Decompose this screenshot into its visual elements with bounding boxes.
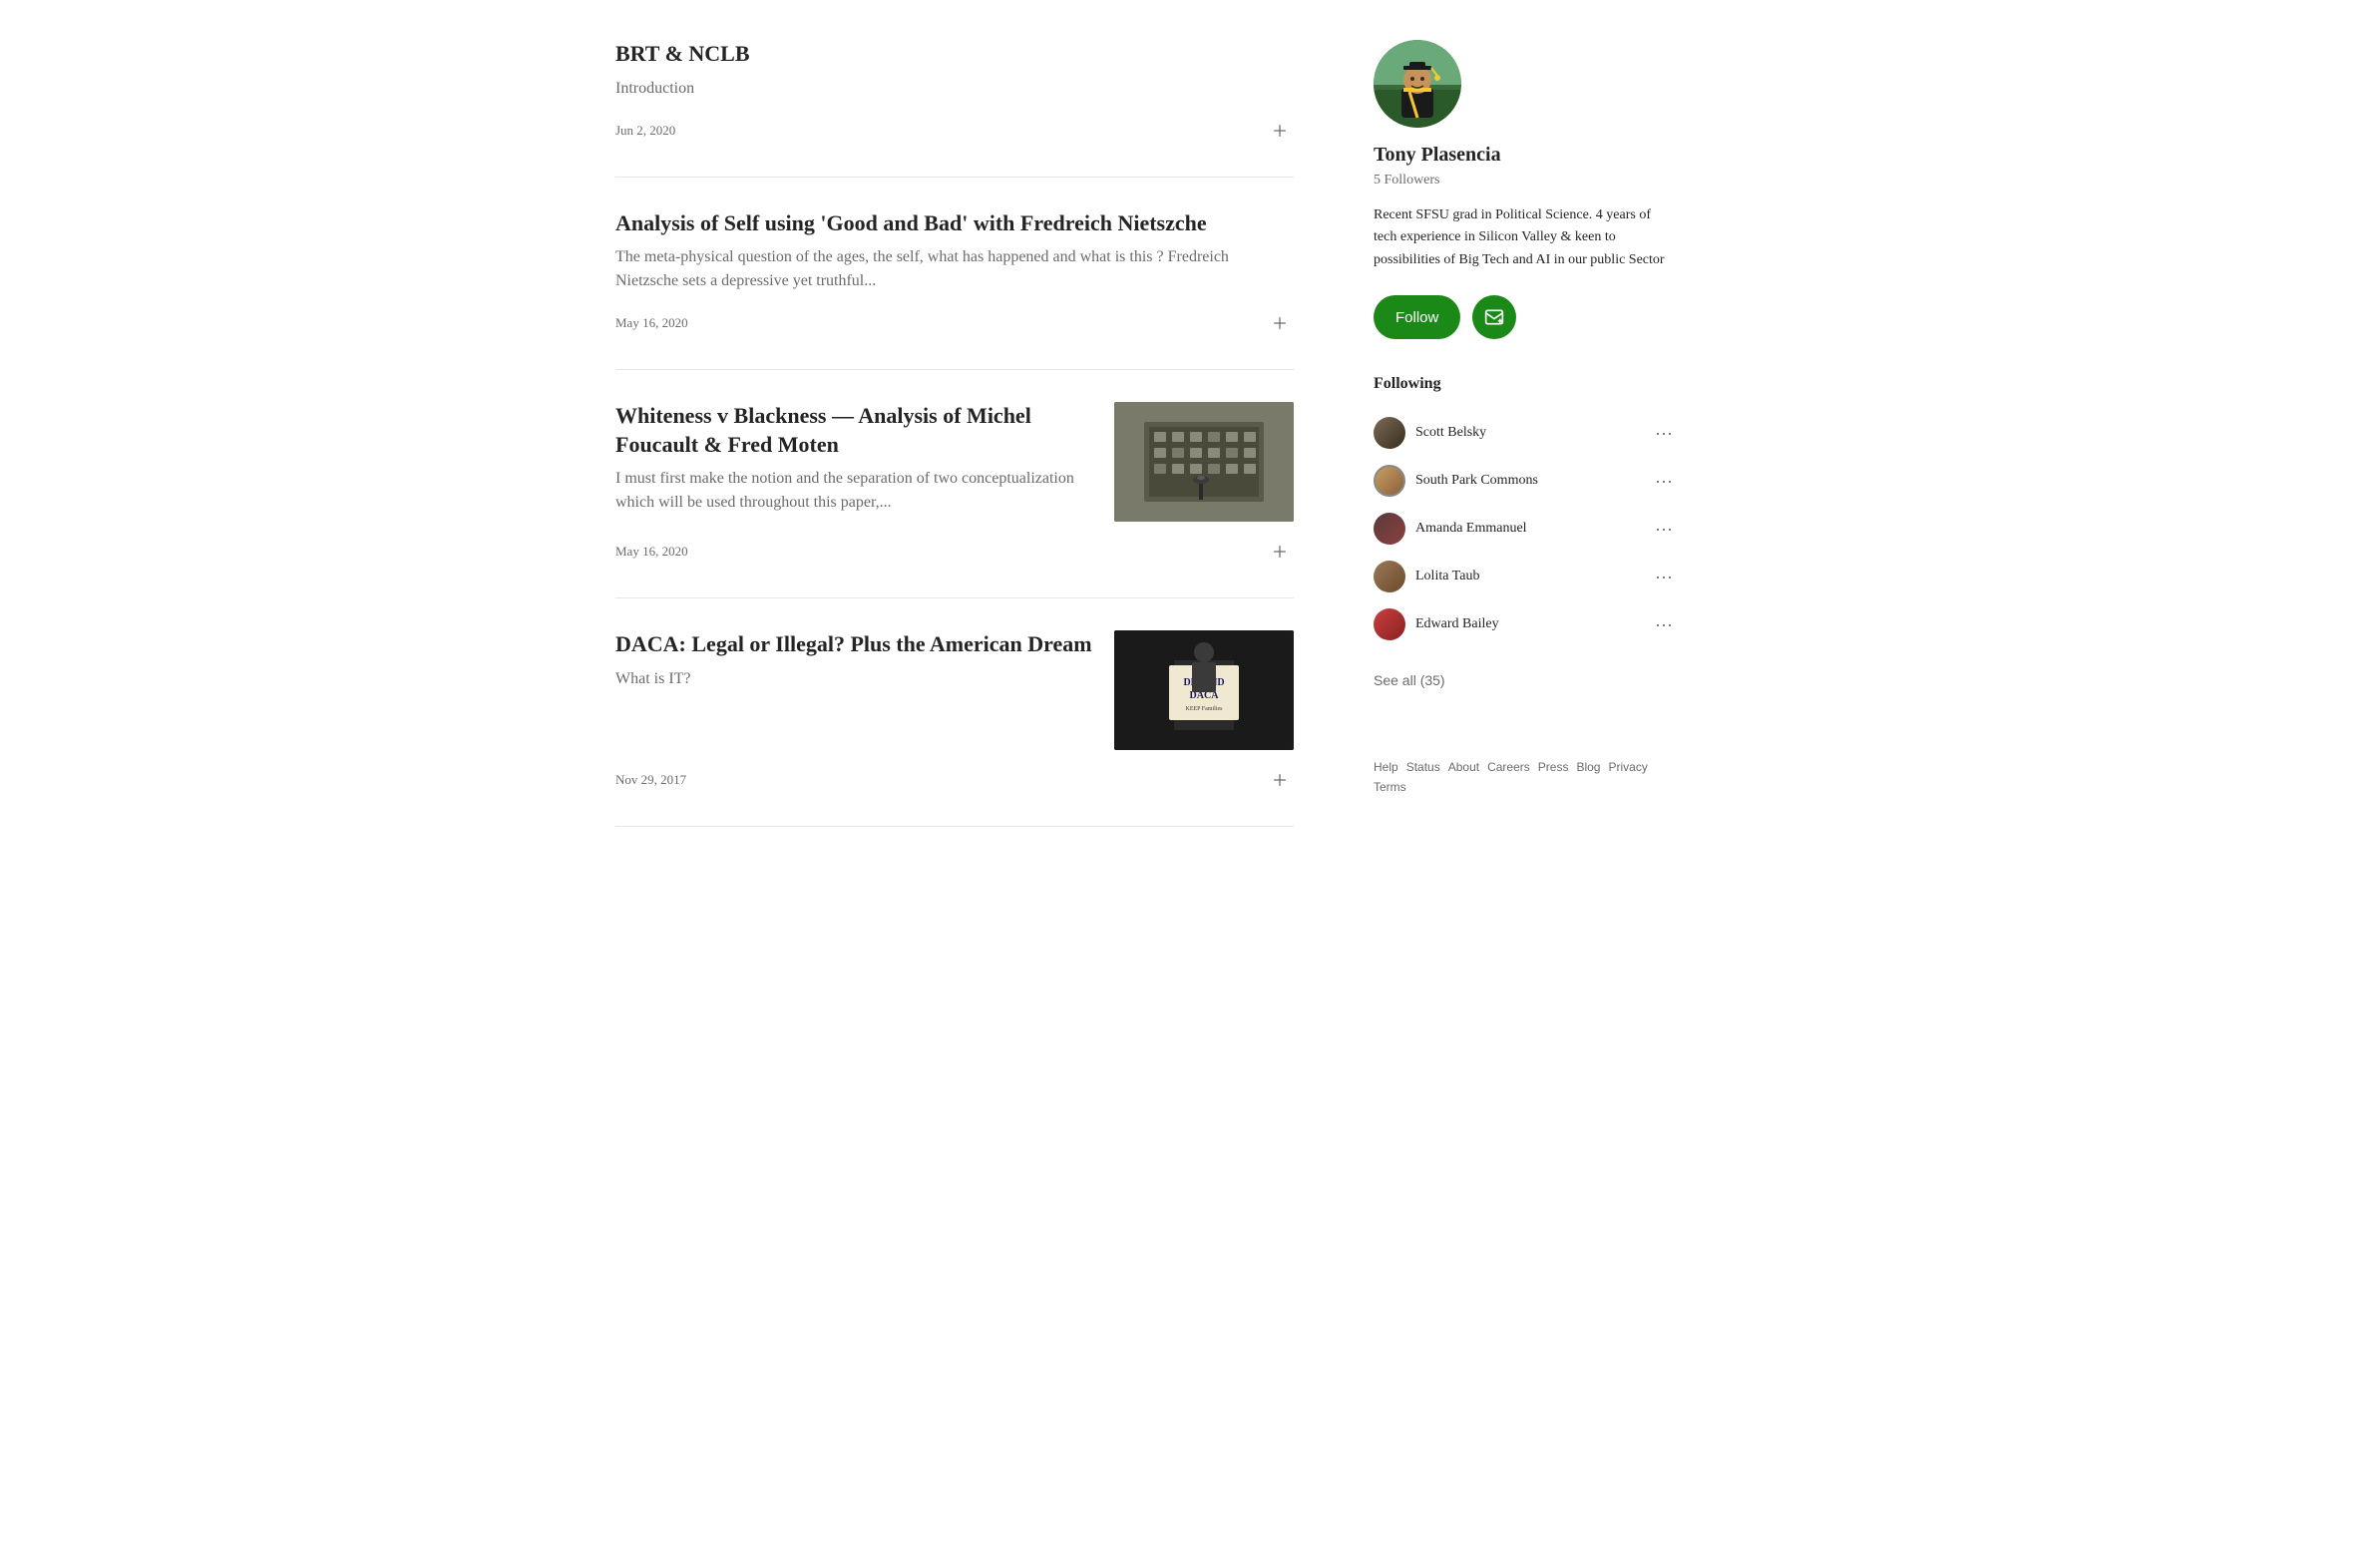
subscribe-button[interactable] — [1472, 295, 1516, 339]
following-more-button[interactable]: ··· — [1655, 423, 1673, 444]
article-date: Nov 29, 2017 — [615, 772, 686, 788]
svg-text:KEEP Families: KEEP Families — [1186, 706, 1224, 712]
article-text: DACA: Legal or Illegal? Plus the America… — [615, 630, 1094, 691]
article-item: DACA: Legal or Illegal? Plus the America… — [615, 598, 1294, 827]
profile-bio: Recent SFSU grad in Political Science. 4… — [1374, 204, 1673, 271]
following-title: Following — [1374, 375, 1673, 393]
avatar — [1374, 40, 1461, 128]
article-item: BRT & NCLB Introduction Jun 2, 2020 — [615, 40, 1294, 178]
article-subtitle: The meta-physical question of the ages, … — [615, 245, 1294, 293]
article-item: Whiteness v Blackness — Analysis of Mich… — [615, 370, 1294, 598]
article-date: May 16, 2020 — [615, 315, 688, 331]
following-more-button[interactable]: ··· — [1655, 519, 1673, 540]
following-item: Scott Belsky ··· — [1374, 409, 1673, 457]
footer-link[interactable]: Privacy — [1608, 760, 1647, 774]
footer-link[interactable]: Blog — [1576, 760, 1600, 774]
page-layout: BRT & NCLB Introduction Jun 2, 2020 Anal… — [592, 0, 1788, 867]
footer-links: Help Status About Careers Press Blog Privacy Te… — [1374, 760, 1673, 794]
following-avatar — [1374, 561, 1405, 592]
add-to-list-button[interactable] — [1266, 538, 1294, 566]
article-date: May 16, 2020 — [615, 544, 688, 560]
following-avatar — [1374, 608, 1405, 640]
following-more-button[interactable]: ··· — [1655, 614, 1673, 635]
article-text: Whiteness v Blackness — Analysis of Mich… — [615, 402, 1094, 515]
follow-button[interactable]: Follow — [1374, 295, 1460, 339]
following-name[interactable]: Lolita Taub — [1415, 569, 1479, 584]
article-date: Jun 2, 2020 — [615, 123, 675, 139]
following-name[interactable]: Scott Belsky — [1415, 425, 1486, 441]
article-thumbnail — [1114, 402, 1294, 522]
following-item: Edward Bailey ··· — [1374, 600, 1673, 648]
following-name[interactable]: South Park Commons — [1415, 473, 1538, 489]
following-more-button[interactable]: ··· — [1655, 567, 1673, 587]
footer-link[interactable]: About — [1448, 760, 1479, 774]
article-meta: Jun 2, 2020 — [615, 117, 1294, 145]
article-meta: Nov 29, 2017 — [615, 766, 1294, 794]
following-item: South Park Commons ··· — [1374, 457, 1673, 505]
following-item-left: Lolita Taub — [1374, 561, 1479, 592]
following-section: Following Scott Belsky ··· South Park Co… — [1374, 375, 1673, 648]
add-to-list-button[interactable] — [1266, 766, 1294, 794]
article-item: Analysis of Self using 'Good and Bad' wi… — [615, 178, 1294, 371]
see-all-button[interactable]: See all (35) — [1374, 672, 1445, 688]
following-item-left: South Park Commons — [1374, 465, 1538, 497]
following-more-button[interactable]: ··· — [1655, 471, 1673, 492]
following-item: Amanda Emmanuel ··· — [1374, 505, 1673, 553]
following-item-left: Edward Bailey — [1374, 608, 1499, 640]
following-item-left: Scott Belsky — [1374, 417, 1486, 449]
footer-link[interactable]: Terms — [1374, 780, 1406, 794]
article-text: BRT & NCLB Introduction — [615, 40, 1294, 101]
footer-link[interactable]: Status — [1406, 760, 1440, 774]
article-meta: May 16, 2020 — [615, 309, 1294, 337]
following-avatar — [1374, 513, 1405, 545]
following-item: Lolita Taub ··· — [1374, 553, 1673, 600]
article-title[interactable]: Analysis of Self using 'Good and Bad' wi… — [615, 209, 1294, 238]
avatar-image — [1374, 40, 1461, 128]
article-text: Analysis of Self using 'Good and Bad' wi… — [615, 209, 1294, 294]
article-meta: May 16, 2020 — [615, 538, 1294, 566]
footer-link[interactable]: Press — [1538, 760, 1569, 774]
footer-link[interactable]: Careers — [1487, 760, 1530, 774]
article-title[interactable]: DACA: Legal or Illegal? Plus the America… — [615, 630, 1094, 659]
sidebar: Tony Plasencia 5 Followers Recent SFSU g… — [1374, 40, 1673, 827]
followers-count: 5 Followers — [1374, 173, 1673, 189]
following-name[interactable]: Amanda Emmanuel — [1415, 521, 1527, 537]
following-avatar — [1374, 465, 1405, 497]
profile-actions: Follow — [1374, 295, 1673, 339]
following-item-left: Amanda Emmanuel — [1374, 513, 1527, 545]
add-to-list-button[interactable] — [1266, 117, 1294, 145]
article-title[interactable]: BRT & NCLB — [615, 40, 1294, 69]
article-subtitle: I must first make the notion and the sep… — [615, 467, 1094, 515]
footer-link[interactable]: Help — [1374, 760, 1398, 774]
article-list: BRT & NCLB Introduction Jun 2, 2020 Anal… — [615, 40, 1294, 827]
article-body: DACA: Legal or Illegal? Plus the America… — [615, 630, 1294, 750]
article-subtitle: What is IT? — [615, 667, 1094, 691]
article-title[interactable]: Whiteness v Blackness — Analysis of Mich… — [615, 402, 1094, 459]
add-to-list-button[interactable] — [1266, 309, 1294, 337]
following-name[interactable]: Edward Bailey — [1415, 616, 1499, 632]
following-avatar — [1374, 417, 1405, 449]
profile-name: Tony Plasencia — [1374, 144, 1673, 167]
article-body: Whiteness v Blackness — Analysis of Mich… — [615, 402, 1294, 522]
article-thumbnail: DEFEND DACA KEEP Families — [1114, 630, 1294, 750]
article-subtitle: Introduction — [615, 77, 1294, 101]
